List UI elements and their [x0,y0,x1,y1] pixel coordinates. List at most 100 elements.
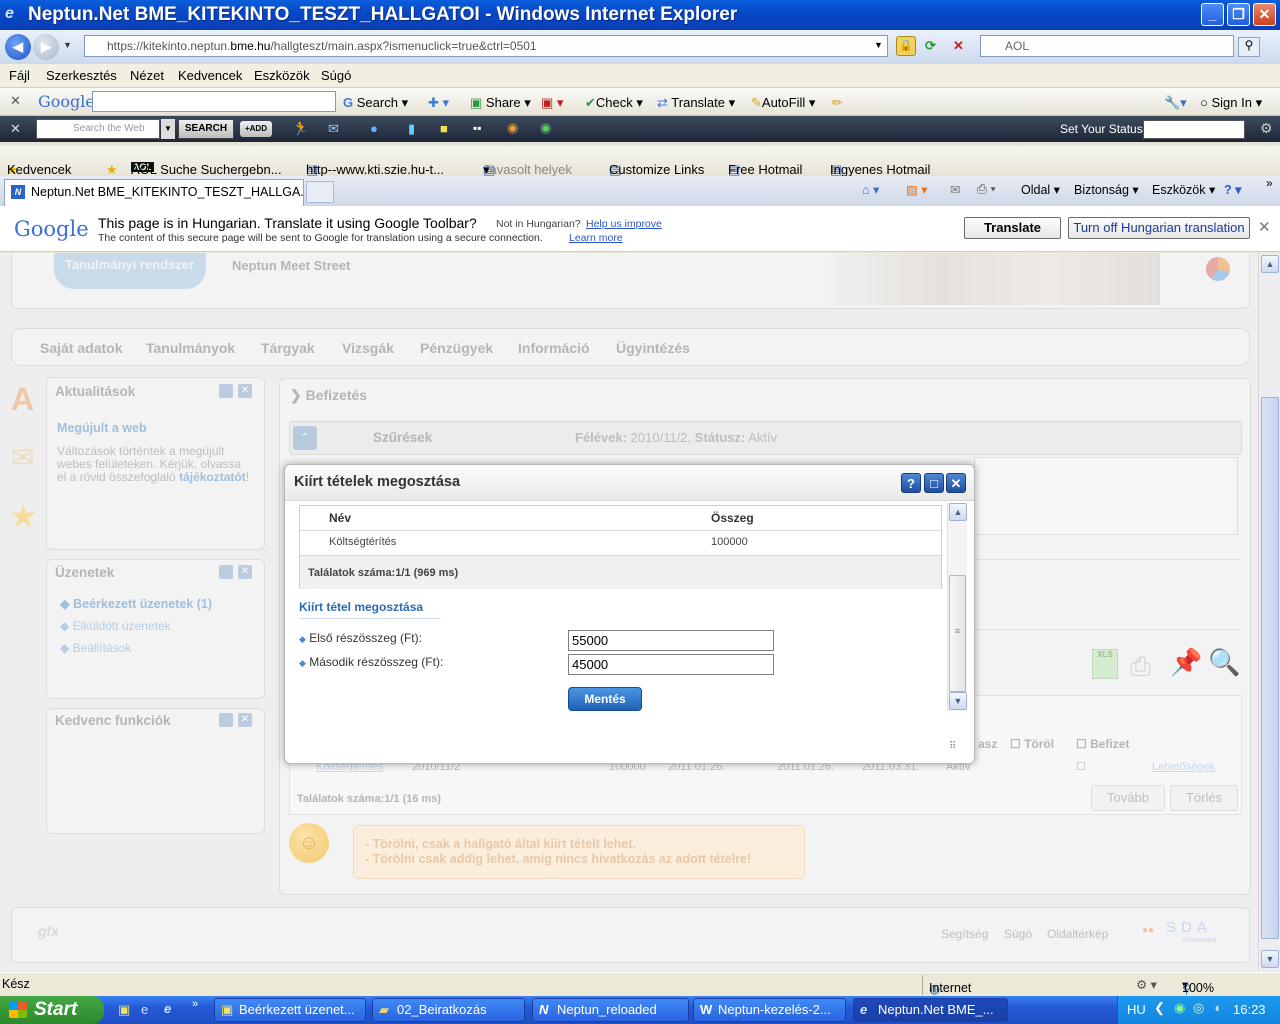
quicklaunch-desktop-icon[interactable]: ▣ [118,1002,130,1018]
news-refresh-icon[interactable] [219,384,233,398]
scroll-thumb[interactable] [1261,397,1279,939]
first-amount-input[interactable]: 55000 [568,630,774,651]
tray-back-icon[interactable]: ❮ [1154,1000,1165,1016]
translate-button[interactable]: Translate [964,217,1061,239]
translate-toolbar-button[interactable]: ⇄ Translate ▾ [657,95,735,111]
notes-icon[interactable]: ■ [440,121,448,136]
messages-refresh-icon[interactable] [219,565,233,579]
help-improve-link[interactable]: Help us improve [586,218,662,230]
check-button[interactable]: ✔Check ▾ [585,95,643,111]
table-row[interactable]: Költségtérítés 100000 [300,531,941,555]
scroll-up-button[interactable]: ▲ [1261,255,1279,273]
scroll-down-button[interactable]: ▼ [1261,950,1279,968]
grid-header-delete[interactable]: ☐ Töröl [1010,737,1054,751]
refresh-icon[interactable]: ⟳ [925,38,936,54]
autofill-button[interactable]: ✎AutoFill ▾ [751,95,815,111]
task-ie-active[interactable]: e Neptun.Net BME_... [853,998,1008,1022]
nav-personal-data[interactable]: Saját adatok [40,340,122,356]
page-menu[interactable]: Oldal ▾ [1021,182,1060,197]
fav-refresh-icon[interactable] [219,713,233,727]
tray-speaker-icon[interactable]: ◖ [1213,1000,1221,1015]
resize-grip-icon[interactable]: ⠿ [949,741,956,752]
menu-tools[interactable]: Eszközök [254,68,310,83]
apps-icon[interactable]: ▪▪ [473,121,482,135]
grid-row-options-link[interactable]: Lehetőségek [1152,761,1215,773]
news-link[interactable]: tájékoztatót [179,470,246,484]
meet-street-link[interactable]: Neptun Meet Street [232,258,350,273]
highlighter-icon[interactable]: ✏ [832,95,843,111]
lock-icon[interactable]: 🔒 [896,36,916,56]
dialog-scroll-down[interactable]: ▼ [949,692,967,710]
footer-sitemap-link[interactable]: Oldaltérkép [1047,927,1108,941]
rss-feed-icon[interactable]: ▨ ▾ [906,182,928,197]
aol-add-button[interactable]: +ADD [240,121,272,137]
nav-subjects[interactable]: Tárgyak [261,340,315,356]
grid-row-pay-checkbox[interactable]: ☐ [1076,760,1086,773]
save-button[interactable]: Mentés [568,687,642,711]
learn-more-link[interactable]: Learn more [569,232,623,244]
protected-mode-icon[interactable]: ⚙ ▾ [1136,977,1157,992]
envelope-icon[interactable]: ✉ [11,441,34,474]
tray-app-icon[interactable]: ◎ [1193,1000,1204,1016]
task-neptun-reloaded[interactable]: N Neptun_reloaded [532,998,689,1022]
menu-help[interactable]: Súgó [321,68,351,83]
nav-studies[interactable]: Tanulmányok [146,340,235,356]
chat-bubble-icon[interactable]: ● [370,121,378,136]
next-button[interactable]: Tovább [1091,785,1165,811]
share-button[interactable]: ▣ Share ▾ [470,95,531,111]
grid-header-pay[interactable]: ☐ Befizet [1076,737,1129,751]
mail-icon[interactable]: ✉ [328,121,339,137]
google-search-input[interactable] [92,91,336,112]
money-icon[interactable]: ◉ [540,120,551,136]
news-headline[interactable]: Megújult a web [57,421,147,435]
wrench-icon[interactable]: 🔧▾ [1164,95,1187,111]
address-dropdown-icon[interactable]: ▼ [874,40,883,50]
menu-view[interactable]: Nézet [130,68,164,83]
inbox-link[interactable]: ◆ Beérkezett üzenetek (1) [60,596,212,611]
footer-guide-link[interactable]: Súgó [1004,927,1032,941]
stop-icon[interactable]: ✕ [953,38,964,54]
menu-file[interactable]: Fájl [9,68,30,83]
safety-menu[interactable]: Biztonság ▾ [1074,182,1139,197]
turn-off-translation-button[interactable]: Turn off Hungarian translation [1068,217,1250,239]
task-word[interactable]: W Neptun-kezelés-2... [693,998,846,1022]
tray-network-icon[interactable]: ◉ [1174,1000,1185,1016]
page-scrollbar[interactable]: ▲ ▼ [1258,253,1280,971]
history-dropdown-icon[interactable]: ▼ [63,40,72,50]
footer-help-link[interactable]: Segítség [941,927,988,941]
minimize-button[interactable]: _ [1201,3,1224,26]
menu-edit[interactable]: Szerkesztés [46,68,117,83]
sign-in-button[interactable]: ○ Sign In ▾ [1200,95,1262,111]
zoom-level[interactable]: ⚲ 100% ▾ [1182,977,1214,996]
pin-icon[interactable]: 📌 [1170,647,1202,678]
settings-link[interactable]: ◆ Beállítások [60,641,131,655]
new-tab-button[interactable] [306,181,334,203]
start-button[interactable]: Start [0,996,104,1024]
messages-close-icon[interactable]: ✕ [238,565,252,579]
collapse-filter-icon[interactable]: ⌃ [293,426,317,450]
popup-blocker-icon[interactable]: ▣ ▾ [541,95,563,111]
back-button[interactable]: ◀ [5,34,31,60]
dialog-maximize-button[interactable]: □ [924,473,944,493]
sent-link[interactable]: ◆ Elküldött üzenetek [60,619,171,633]
menu-favorites[interactable]: Kedvencek [178,68,242,83]
nav-exams[interactable]: Vizsgák [342,340,394,356]
delete-button[interactable]: Törlés [1170,785,1238,811]
magnifier-icon[interactable]: 🔍 [1208,647,1240,678]
excel-export-icon[interactable]: XLS [1092,649,1118,679]
fav-close-icon[interactable]: ✕ [238,713,252,727]
tools-menu[interactable]: Eszközök ▾ [1152,182,1215,197]
second-amount-input[interactable]: 45000 [568,654,774,675]
quicklaunch-more-icon[interactable]: » [192,998,198,1010]
task-folder[interactable]: ▰ 02_Beiratkozás [372,998,525,1022]
task-inbox[interactable]: ▣ Beérkezett üzenet... [214,998,366,1022]
header-tab[interactable]: Tanulmányi rendszer [54,253,206,289]
dialog-scroll-thumb[interactable]: ≡ [949,575,966,692]
address-input[interactable]: https://kitekinto.neptun.bme.hu/hallgtes… [84,35,888,57]
tab-neptun[interactable]: N Neptun.Net BME_KITEKINTO_TESZT_HALLGA.… [4,179,304,206]
quicklaunch-ie-icon[interactable]: e [141,1002,148,1017]
aol-search-input[interactable]: AOL [980,35,1234,57]
dialog-scroll-up[interactable]: ▲ [949,503,967,521]
star-icon[interactable]: ★ [9,497,38,535]
forward-button[interactable]: ▶ [33,34,59,60]
